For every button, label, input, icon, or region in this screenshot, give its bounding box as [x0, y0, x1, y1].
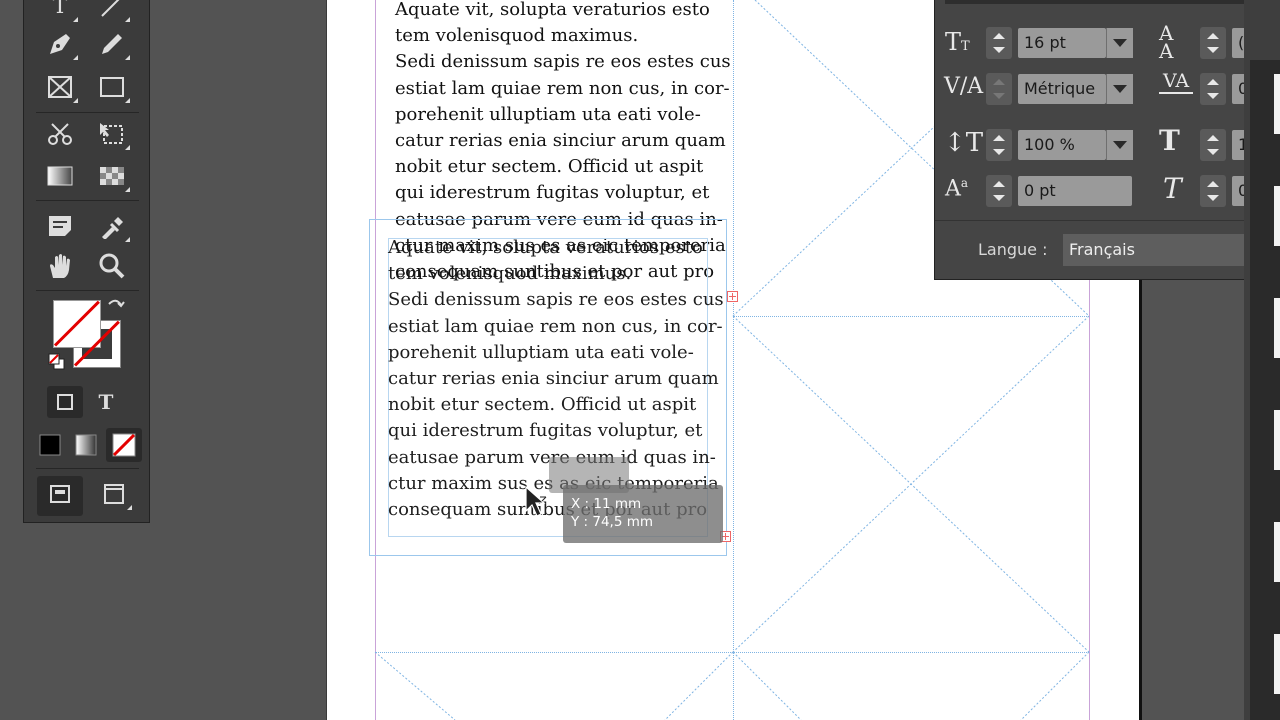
- tooltip-x: X : 11 mm: [571, 496, 642, 512]
- line-tool[interactable]: [92, 0, 132, 24]
- rectangle-frame-icon: [48, 76, 72, 98]
- normal-mode-button[interactable]: [37, 476, 83, 516]
- font-size-dropdown[interactable]: [1106, 28, 1133, 58]
- frame-out-port-top[interactable]: [727, 291, 738, 302]
- kerning-field[interactable]: Métrique: [1018, 74, 1106, 104]
- scissors-icon: [48, 123, 72, 145]
- apply-gradient-icon: [75, 434, 97, 456]
- default-colors-icon[interactable]: [47, 352, 67, 372]
- eyedropper-icon: [102, 217, 123, 239]
- baseline-shift-stepper[interactable]: [986, 175, 1012, 207]
- vertical-scale-field[interactable]: 100 %: [1018, 130, 1106, 160]
- baseline-shift-icon: Aa: [945, 176, 969, 202]
- drag-position-tooltip: X : 11 mm Y : 74,5 mm: [563, 485, 723, 543]
- pencil-tool[interactable]: [92, 26, 132, 62]
- gradient-swatch-icon: [47, 166, 73, 186]
- gradient-feather-icon: [100, 167, 124, 185]
- scissors-tool[interactable]: [40, 116, 80, 152]
- cursor-arrow-icon: [525, 485, 547, 517]
- tools-separator: [36, 112, 139, 113]
- zoom-tool[interactable]: [92, 248, 132, 284]
- panel-top-bar: [945, 0, 1279, 4]
- preview-mode-icon: [104, 484, 124, 504]
- kerning-stepper[interactable]: [986, 73, 1012, 105]
- line-icon: [101, 0, 120, 17]
- font-size-field[interactable]: 16 pt: [1018, 28, 1106, 58]
- skew-icon: T: [1163, 172, 1182, 205]
- apply-gradient-button[interactable]: [66, 427, 106, 463]
- eyedropper-tool[interactable]: [92, 208, 132, 244]
- free-transform-tool[interactable]: [92, 116, 132, 152]
- apply-none-icon: [112, 433, 136, 457]
- skew-stepper[interactable]: [1200, 175, 1226, 207]
- kerning-dropdown[interactable]: [1106, 74, 1133, 104]
- panel-divider: [935, 220, 1280, 221]
- hand-icon: [50, 254, 70, 278]
- apply-none-button[interactable]: [106, 428, 142, 462]
- baseline-shift-field[interactable]: 0 pt: [1018, 176, 1132, 206]
- kerning-icon: V/A: [944, 74, 984, 99]
- character-panel: TT 16 pt AA ( V/A Métrique VA 0 ↕T 100 %…: [934, 0, 1280, 280]
- free-transform-icon: [100, 123, 123, 144]
- pen-tool[interactable]: [40, 26, 80, 62]
- apply-color-button[interactable]: [30, 427, 70, 463]
- vertical-scale-icon: ↕T: [944, 128, 984, 158]
- horizontal-scale-stepper[interactable]: [1200, 129, 1226, 161]
- vertical-scale-dropdown[interactable]: [1106, 130, 1133, 160]
- pencil-icon: [102, 34, 122, 54]
- dock-tab[interactable]: [1274, 74, 1280, 134]
- pen-icon: [50, 34, 70, 54]
- rectangle-tool[interactable]: [92, 69, 132, 105]
- vertical-scale-stepper[interactable]: [986, 129, 1012, 161]
- formatting-container-button[interactable]: [47, 386, 83, 418]
- type-icon: T: [52, 0, 68, 19]
- swap-colors-icon[interactable]: [106, 297, 126, 317]
- tools-panel: T T: [23, 0, 150, 523]
- gradient-feather-tool[interactable]: [92, 158, 132, 194]
- rectangle-icon: [100, 77, 124, 97]
- tracking-stepper[interactable]: [1200, 73, 1226, 105]
- leading-stepper[interactable]: [1200, 27, 1226, 59]
- tools-separator: [36, 468, 139, 469]
- formatting-text-button[interactable]: T: [86, 384, 126, 420]
- panel-dock-inner: [1250, 60, 1280, 720]
- dock-tab[interactable]: [1274, 634, 1280, 694]
- formatting-container-icon: [57, 394, 73, 410]
- normal-mode-icon: [50, 485, 70, 503]
- type-tool[interactable]: T: [40, 0, 80, 24]
- font-size-stepper[interactable]: [986, 27, 1012, 59]
- leading-icon: AA: [1159, 21, 1174, 63]
- tools-separator: [36, 200, 139, 201]
- gradient-swatch-tool[interactable]: [40, 158, 80, 194]
- zoom-icon: [99, 253, 125, 279]
- note-tool[interactable]: [40, 208, 80, 244]
- font-size-icon: TT: [945, 28, 970, 56]
- formatting-text-icon: T: [98, 390, 114, 414]
- tracking-icon: VA: [1159, 70, 1194, 94]
- apply-color-icon: [39, 434, 61, 456]
- dock-tab[interactable]: [1274, 298, 1280, 358]
- tooltip-y: Y : 74,5 mm: [571, 514, 654, 530]
- hand-tool[interactable]: [40, 248, 80, 284]
- language-label: Langue :: [978, 240, 1048, 259]
- rectangle-frame-tool[interactable]: [40, 69, 80, 105]
- preview-mode-button[interactable]: [94, 476, 134, 512]
- dock-tab[interactable]: [1274, 186, 1280, 246]
- dock-tab[interactable]: [1274, 410, 1280, 470]
- horizontal-scale-icon: T: [1159, 124, 1180, 157]
- tools-separator: [36, 290, 139, 291]
- dock-tab[interactable]: [1274, 522, 1280, 582]
- note-icon: [49, 216, 71, 236]
